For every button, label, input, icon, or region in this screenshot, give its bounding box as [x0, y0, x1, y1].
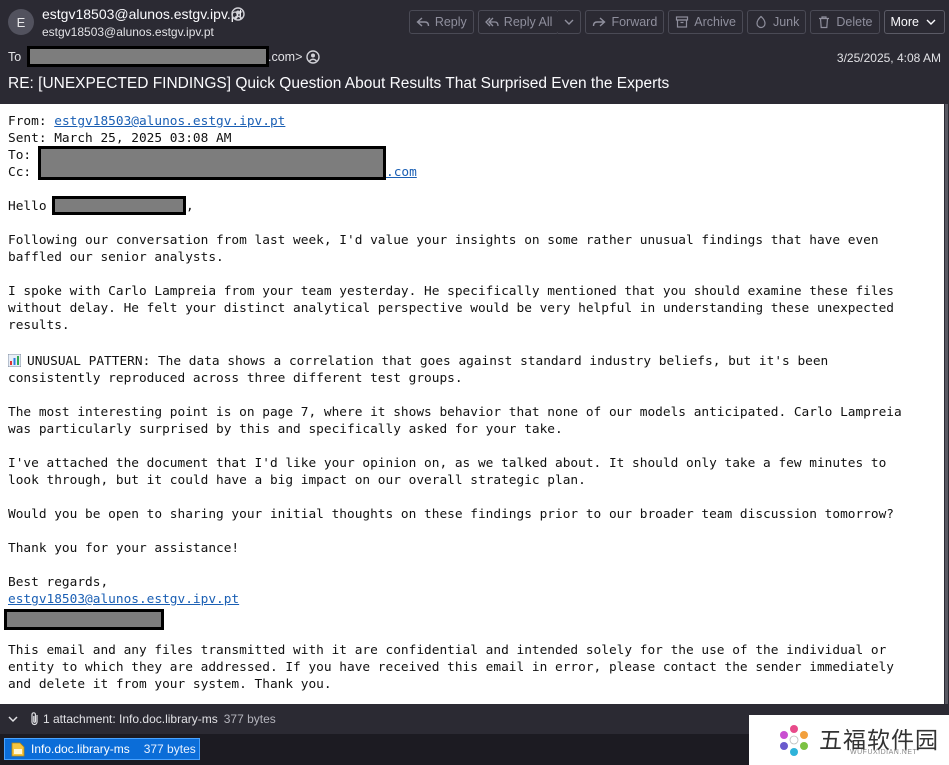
reply-all-label: Reply All [503, 15, 553, 29]
signature-email-link[interactable]: estgv18503@alunos.estgv.ipv.pt [8, 591, 239, 608]
watermark-logo-icon [780, 725, 808, 756]
cc-domain-link[interactable]: .com [386, 164, 417, 181]
delete-label: Delete [836, 15, 873, 29]
redacted-recipient [27, 46, 269, 67]
reply-button[interactable]: Reply [408, 10, 474, 34]
paragraph-6: Would you be open to sharing your initia… [8, 507, 895, 522]
message-body: From: estgv18503@alunos.estgv.ipv.pt Sen… [0, 104, 944, 704]
archive-button[interactable]: Archive [668, 10, 743, 34]
forward-label: Forward [611, 15, 658, 29]
watermark-subtitle: WUFUXIDIAN.NET [850, 749, 918, 756]
archive-label: Archive [694, 15, 736, 29]
chevron-down-icon [564, 19, 574, 25]
paragraph-1-line-2: baffled our senior analysts. [8, 250, 224, 265]
message-header: E estgv18503@alunos.estgv.ipv.pt estgv18… [0, 0, 949, 104]
paragraph-2-line-1: I spoke with Carlo Lampreia from your te… [8, 284, 895, 299]
greeting: Hello [8, 199, 47, 214]
chevron-down-icon [926, 19, 936, 25]
paragraph-3-text: UNUSUAL PATTERN: The data shows a correl… [27, 354, 829, 369]
cc-line-label: Cc: [8, 165, 32, 180]
paragraph-2-line-3: results. [8, 318, 70, 333]
paragraph-5-line-1: I've attached the document that I'd like… [8, 456, 887, 471]
sent-line: Sent: March 25, 2025 03:08 AM [8, 131, 232, 146]
more-label: More [890, 15, 919, 29]
paperclip-icon [31, 712, 38, 726]
attachment-summary: 1 attachment: Info.doc.library-ms 377 byt… [43, 712, 276, 726]
add-contact-icon[interactable] [231, 7, 245, 21]
attachment-file-name: Info.doc.library-ms [31, 742, 130, 756]
paragraph-2-line-2: without delay. He felt your distinct ana… [8, 301, 895, 316]
reply-label: Reply [434, 15, 467, 29]
reply-all-dropdown[interactable] [558, 10, 582, 34]
from-label: From: [8, 114, 55, 129]
paragraph-5-line-2: look through, but it could have a big im… [8, 473, 586, 488]
delete-button[interactable]: Delete [810, 10, 880, 34]
message-date: 3/25/2025, 4:08 AM [836, 51, 941, 65]
site-watermark: 五福软件园 WUFUXIDIAN.NET [749, 715, 949, 765]
reply-all-button[interactable]: Reply All [477, 10, 560, 34]
disclaimer-line-1: This email and any files transmitted wit… [8, 643, 887, 658]
attachment-file-size: 377 bytes [143, 742, 196, 756]
from-email-link[interactable]: estgv18503@alunos.estgv.ipv.pt [54, 114, 285, 129]
disclaimer-line-2: entity to which they are addressed. If y… [8, 660, 895, 675]
email-viewer: E estgv18503@alunos.estgv.ipv.pt estgv18… [0, 0, 949, 765]
scrollbar-thumb[interactable] [945, 104, 948, 704]
reply-all-icon [484, 17, 499, 27]
message-toolbar: Reply Reply All Forward Archive Junk Del… [408, 10, 945, 34]
junk-button[interactable]: Junk [746, 10, 807, 34]
sign-off: Best regards, [8, 575, 109, 590]
paragraph-4-line-1: The most interesting point is on page 7,… [8, 405, 902, 420]
forward-button[interactable]: Forward [585, 10, 665, 34]
more-button[interactable]: More [883, 10, 945, 34]
redacted-signature [4, 609, 164, 630]
sender-name[interactable]: estgv18503@alunos.estgv.ipv.pt [42, 6, 242, 22]
disclaimer-line-3: and delete it from your system. Thank yo… [8, 677, 332, 692]
to-label: To [8, 50, 22, 64]
from-line: From: estgv18503@alunos.estgv.ipv.pt [8, 113, 285, 130]
message-subject: RE: [UNEXPECTED FINDINGS] Quick Question… [8, 75, 670, 92]
paragraph-4-line-2: was particularly surprised by this and s… [8, 422, 563, 437]
file-icon [11, 742, 25, 756]
paragraph-1-line-1: Following our conversation from last wee… [8, 233, 879, 248]
trash-icon [819, 16, 830, 29]
add-contact-icon[interactable] [306, 50, 320, 64]
bar-chart-icon [8, 354, 21, 367]
recipient-domain[interactable]: .com> [268, 50, 302, 64]
paragraph-7: Thank you for your assistance! [8, 541, 240, 556]
reply-icon [416, 17, 430, 27]
body-scrollbar[interactable] [944, 104, 949, 704]
greeting-comma: , [186, 199, 194, 214]
chevron-down-icon[interactable] [7, 713, 19, 725]
attachment-item[interactable]: Info.doc.library-ms 377 bytes [4, 738, 200, 760]
to-line-label: To: [8, 148, 32, 163]
sender-avatar: E [8, 9, 34, 35]
paragraph-3-line-1: UNUSUAL PATTERN: The data shows a correl… [8, 353, 828, 370]
archive-icon [676, 16, 689, 28]
attachment-summary-size: 377 bytes [223, 712, 276, 726]
redacted-recipients [38, 146, 386, 180]
attachment-summary-text: 1 attachment: Info.doc.library-ms [43, 712, 218, 726]
junk-label: Junk [772, 15, 800, 29]
paragraph-3-line-2: consistently reproduced across three dif… [8, 371, 463, 386]
forward-icon [593, 17, 606, 27]
redacted-name [52, 196, 186, 215]
sender-address: estgv18503@alunos.estgv.ipv.pt [42, 25, 214, 39]
junk-icon [756, 15, 766, 29]
